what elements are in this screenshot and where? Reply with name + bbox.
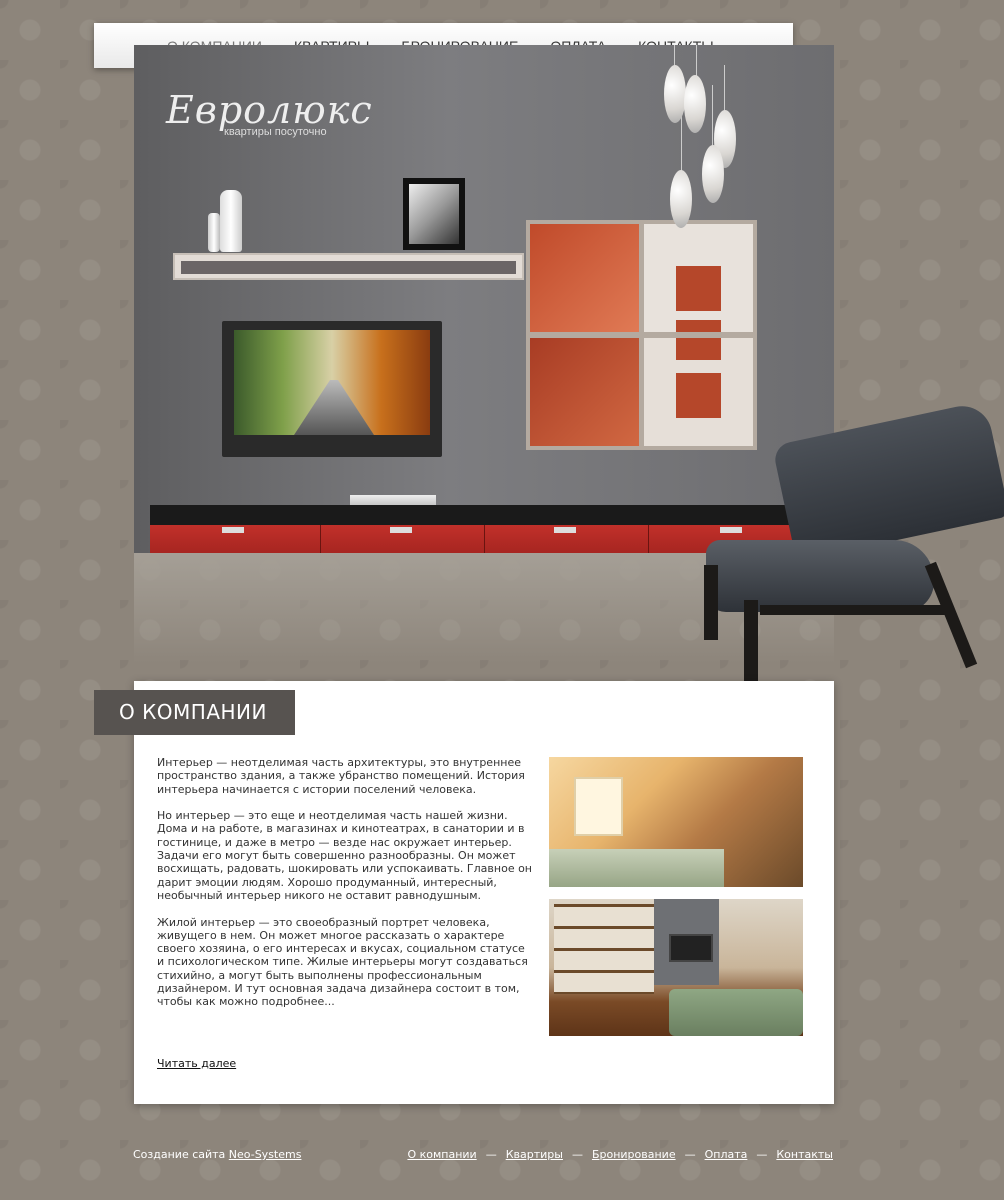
armchair-leg <box>704 565 718 640</box>
footer-separator: — <box>571 1148 583 1161</box>
vase-small-image <box>208 213 220 252</box>
footer-navigation: О компании — Квартиры — Бронирование — Оплата —… <box>407 1148 833 1161</box>
wall-shelf-image <box>173 253 524 280</box>
footer-link-about[interactable]: О компании <box>407 1148 476 1161</box>
paragraph: Интерьер — неотделимая часть архитектуры… <box>157 756 525 796</box>
footer-credit: Создание сайта Neo-Systems <box>133 1148 301 1161</box>
paragraph: Жилой интерьер — это своеобразный портре… <box>157 915 528 1009</box>
paragraph: Но интерьер — это еще и неотделимая част… <box>157 809 532 902</box>
tv-image <box>222 321 442 457</box>
armchair-leg <box>760 605 950 615</box>
site-logo[interactable]: Евролюкс квартиры посуточно <box>166 90 373 138</box>
section-text: Интерьер — неотделимая часть архитектуры… <box>157 756 533 1022</box>
pendant-lamp-image <box>702 145 724 203</box>
wall-cabinet-image <box>526 220 757 450</box>
footer-link-apartments[interactable]: Квартиры <box>506 1148 563 1161</box>
footer-separator: — <box>684 1148 696 1161</box>
read-more-link[interactable]: Читать далее <box>157 1057 236 1070</box>
footer-separator: — <box>485 1148 497 1161</box>
vase-tall-image <box>220 190 242 252</box>
footer-link-booking[interactable]: Бронирование <box>592 1148 676 1161</box>
section-title: О КОМПАНИИ <box>94 690 295 735</box>
footer-link-contacts[interactable]: Контакты <box>776 1148 833 1161</box>
footer-separator: — <box>756 1148 768 1161</box>
armchair-seat-image <box>706 540 934 612</box>
brand-name: Евролюкс <box>166 88 373 132</box>
bedroom-photo[interactable] <box>549 757 803 887</box>
credit-link[interactable]: Neo-Systems <box>229 1148 302 1161</box>
living-room-photo[interactable] <box>549 899 803 1036</box>
credit-prefix: Создание сайта <box>133 1148 226 1161</box>
hero-image: Евролюкс квартиры посуточно <box>134 45 834 553</box>
pendant-lamp-image <box>670 170 692 228</box>
pendant-lamp-image <box>664 65 686 123</box>
armchair-leg <box>924 561 978 669</box>
pendant-lamp-image <box>684 75 706 133</box>
footer-link-payment[interactable]: Оплата <box>705 1148 748 1161</box>
picture-frame-image <box>403 178 465 250</box>
